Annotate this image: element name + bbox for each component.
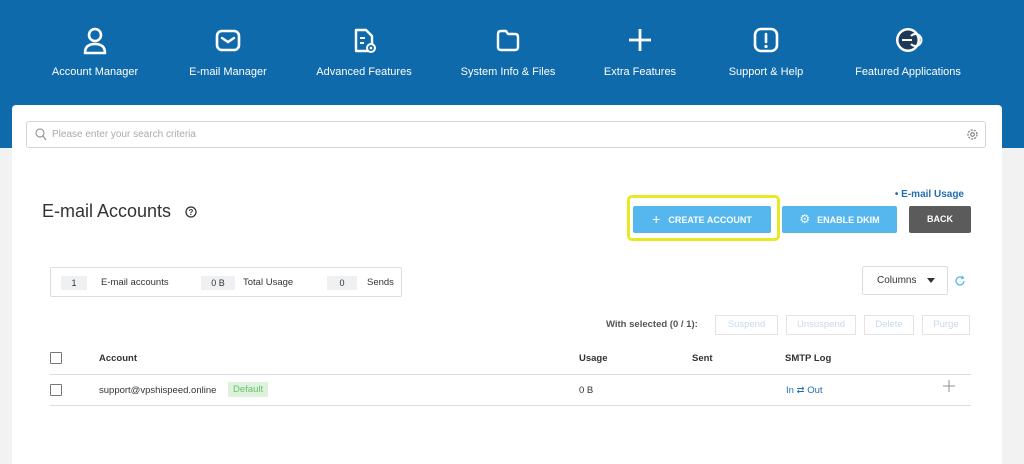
usage-label: Total Usage <box>243 277 294 288</box>
nav-support-help[interactable]: Support & Help <box>696 26 836 78</box>
app-icon <box>896 28 923 52</box>
divider <box>50 374 971 375</box>
nav-featured-applications[interactable]: Featured Applications <box>838 26 978 78</box>
enable-dkim-button[interactable]: ⚙ ENABLE DKIM <box>782 206 897 233</box>
smtp-log-links: In ⇄ Out <box>786 385 823 396</box>
search-input[interactable]: Please enter your search criteria <box>52 129 196 140</box>
refresh-icon[interactable] <box>954 275 966 287</box>
account-usage: 0 B <box>579 385 594 396</box>
nav-label: Extra Features <box>603 66 677 78</box>
main-content-card: Please enter your search criteria E-mail… <box>12 105 1002 464</box>
header-usage[interactable]: Usage <box>579 353 608 364</box>
back-button[interactable]: BACK <box>909 206 971 233</box>
smtp-in-link[interactable]: In <box>786 385 794 396</box>
nav-extra-features[interactable]: Extra Features <box>570 26 710 78</box>
smtp-out-link[interactable]: Out <box>807 385 822 396</box>
header-account[interactable]: Account <box>99 353 137 364</box>
accounts-count: 1 <box>61 276 87 290</box>
plus-icon: + <box>652 211 661 227</box>
alert-icon <box>753 27 779 53</box>
svg-text:?: ? <box>189 208 194 217</box>
usage-value: 0 B <box>201 276 235 290</box>
accounts-label: E-mail accounts <box>101 277 169 288</box>
select-all-checkbox[interactable] <box>50 352 62 364</box>
nav-label: Account Manager <box>51 66 139 78</box>
help-icon[interactable]: ? <box>185 206 197 218</box>
divider <box>50 405 971 406</box>
row-checkbox[interactable] <box>50 384 62 396</box>
file-gear-icon <box>354 28 376 53</box>
create-account-label: CREATE ACCOUNT <box>668 215 752 225</box>
email-usage-link[interactable]: • E-mail Usage <box>895 189 964 200</box>
user-icon <box>83 27 107 55</box>
search-bar[interactable]: Please enter your search criteria <box>26 121 986 148</box>
page-title: E-mail Accounts <box>42 201 172 221</box>
unsuspend-button[interactable]: Unsuspend <box>786 315 856 335</box>
gear-icon: ⚙ <box>799 212 811 226</box>
nav-label: Advanced Features <box>316 66 412 78</box>
search-icon <box>35 128 47 141</box>
sends-label: Sends <box>367 277 394 288</box>
create-account-button[interactable]: + CREATE ACCOUNT <box>633 206 771 233</box>
nav-label: System Info & Files <box>460 66 556 78</box>
caret-down-icon <box>927 278 935 283</box>
envelope-icon <box>215 29 241 52</box>
nav-label: Support & Help <box>728 66 804 78</box>
enable-dkim-label: ENABLE DKIM <box>817 215 880 225</box>
columns-label: Columns <box>877 275 917 286</box>
purge-button[interactable]: Purge <box>922 315 970 335</box>
nav-label: E-mail Manager <box>189 66 267 78</box>
stats-summary: 1 E-mail accounts 0 B Total Usage 0 Send… <box>50 267 402 297</box>
folder-icon <box>496 29 520 52</box>
delete-button[interactable]: Delete <box>864 315 914 335</box>
columns-dropdown[interactable]: Columns <box>862 266 948 295</box>
swap-icon: ⇄ <box>796 385 805 396</box>
with-selected-label: With selected (0 / 1): <box>606 319 698 330</box>
plus-icon <box>629 29 651 51</box>
nav-system-info-files[interactable]: System Info & Files <box>438 26 578 78</box>
expand-row-icon[interactable] <box>942 379 956 393</box>
header-sent[interactable]: Sent <box>692 353 713 364</box>
nav-email-manager[interactable]: E-mail Manager <box>158 26 298 78</box>
account-email[interactable]: support@vpshispeed.online <box>99 385 216 396</box>
header-smtp-log[interactable]: SMTP Log <box>785 353 831 364</box>
nav-account-manager[interactable]: Account Manager <box>25 26 165 78</box>
nav-label: Featured Applications <box>855 66 961 78</box>
gear-icon[interactable] <box>966 128 979 141</box>
default-badge: Default <box>228 382 269 397</box>
nav-advanced-features[interactable]: Advanced Features <box>294 26 434 78</box>
sends-count: 0 <box>327 276 357 290</box>
suspend-button[interactable]: Suspend <box>715 315 778 335</box>
